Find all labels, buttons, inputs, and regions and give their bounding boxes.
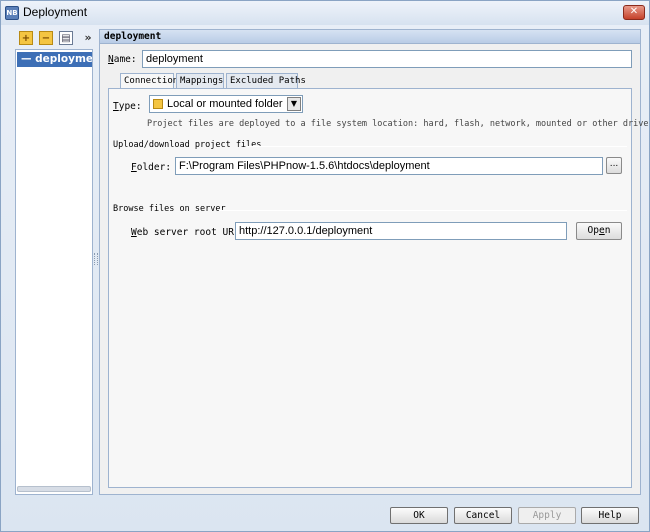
settings-panel: deployment Name: deployment Connection M… (99, 29, 650, 495)
panel-splitter[interactable] (94, 253, 98, 265)
add-config-icon[interactable]: + (19, 31, 33, 45)
name-label: Name: (108, 54, 137, 65)
window-title: Deployment (23, 5, 88, 19)
name-field[interactable]: deployment (142, 50, 632, 68)
left-toolbar: + − ▤ » (15, 31, 99, 49)
open-url-button[interactable]: Open (576, 222, 622, 240)
folder-field[interactable]: F:\Program Files\PHPnow-1.5.6\htdocs\dep… (175, 157, 603, 175)
tab-mappings[interactable]: Mappings (176, 73, 224, 89)
upload-section-label: Upload/download project files (113, 140, 262, 150)
ok-button[interactable]: OK (390, 507, 448, 524)
browse-folder-button[interactable]: ... (606, 157, 622, 174)
browse-section-label: Browse files on server (113, 204, 226, 214)
app-icon: NB (5, 6, 19, 20)
type-select-value: Local or mounted folder (167, 98, 283, 110)
connection-tab-content: Type: Local or mounted folder ▼ Project … (108, 88, 650, 488)
tab-excluded-paths[interactable]: Excluded Paths (226, 73, 306, 89)
type-select[interactable]: Local or mounted folder ▼ (149, 95, 303, 113)
cancel-button[interactable]: Cancel (454, 507, 512, 524)
chevron-down-icon[interactable]: ▼ (287, 97, 301, 111)
upload-section-divider (247, 146, 627, 147)
remove-config-icon[interactable]: − (39, 31, 53, 45)
folder-label: Folder: (131, 162, 172, 173)
type-label: Type: (113, 101, 142, 112)
deployment-dialog: NB Deployment ✕ + − ▤ » — deployment dep… (0, 0, 650, 532)
tree-horizontal-scrollbar[interactable] (17, 486, 91, 492)
web-root-url-label: Web server root URL: (131, 227, 246, 238)
browse-section-divider (219, 210, 627, 211)
tree-item-deployment[interactable]: — deployment (17, 52, 92, 67)
close-button[interactable]: ✕ (623, 5, 645, 20)
configuration-tree: — deployment (15, 49, 93, 495)
more-chevron-icon[interactable]: » (81, 31, 95, 45)
panel-header: deployment (100, 30, 640, 44)
title-bar: NB Deployment ✕ (1, 1, 649, 25)
apply-button[interactable]: Apply (518, 507, 576, 524)
help-button[interactable]: Help (581, 507, 639, 524)
folder-icon (153, 99, 163, 109)
web-root-url-field[interactable]: http://127.0.0.1/deployment (235, 222, 567, 240)
copy-config-icon[interactable]: ▤ (59, 31, 73, 45)
type-description: Project files are deployed to a file sys… (147, 119, 650, 129)
